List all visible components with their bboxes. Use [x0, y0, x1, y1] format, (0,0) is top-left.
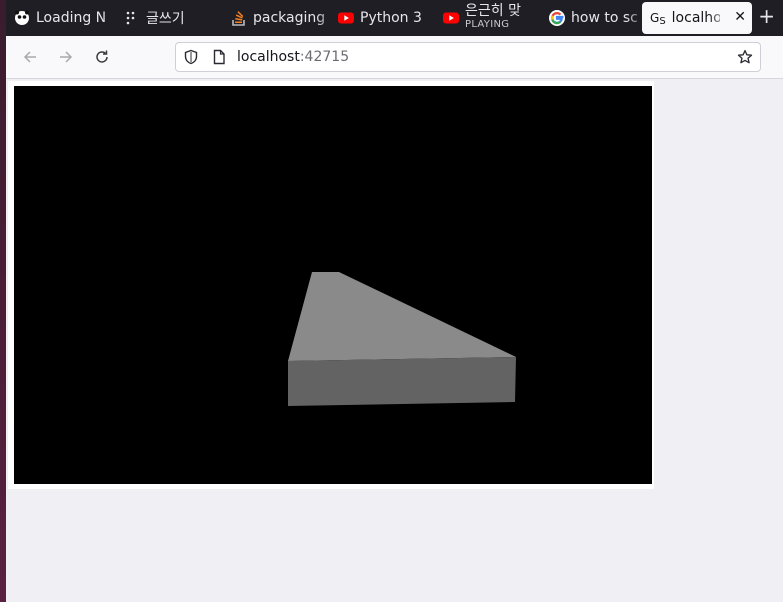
new-tab-button[interactable]: + [758, 6, 775, 26]
navigation-bar: localhost:42715 [6, 36, 783, 79]
tab-label: 글쓰기 [146, 11, 185, 27]
gs-icon: GS [650, 11, 666, 27]
forward-button[interactable] [56, 47, 76, 67]
url-bar[interactable]: localhost:42715 [175, 42, 761, 72]
page-content [6, 79, 783, 602]
google-icon [549, 10, 565, 26]
tab-python[interactable]: Python 3 [338, 2, 443, 34]
tab-localhost[interactable]: GS localhost ✕ [642, 2, 752, 34]
youtube-icon [338, 10, 354, 26]
url-text[interactable]: localhost:42715 [237, 49, 349, 65]
tab-loading[interactable]: Loading N [6, 2, 124, 34]
reload-button[interactable] [92, 47, 112, 67]
3d-wedge-shape [288, 272, 516, 406]
tab-packaging[interactable]: packaging [231, 2, 338, 34]
tab-bar: Loading N 글쓰기 packaging Python 3 은근히 맞 P… [6, 0, 783, 36]
wedge-front-face [288, 357, 516, 406]
tab-label: 은근히 맞 [465, 3, 521, 19]
webgl-canvas[interactable] [14, 86, 652, 484]
tab-write[interactable]: 글쓰기 [124, 2, 231, 34]
stackoverflow-icon [231, 10, 247, 26]
wedge-top-face [288, 272, 516, 361]
close-tab-icon[interactable]: ✕ [734, 9, 746, 25]
url-port: :42715 [299, 49, 350, 65]
url-host: localhost [237, 49, 300, 65]
back-button[interactable] [20, 47, 40, 67]
tab-label: Python 3 [360, 10, 422, 26]
shield-icon[interactable] [183, 49, 199, 69]
tab-howto[interactable]: how to sc [549, 2, 648, 34]
panda-icon [14, 10, 30, 26]
reload-icon [96, 50, 108, 63]
dots-icon [124, 10, 140, 26]
playing-badge: PLAYING [465, 19, 510, 30]
tab-label: packaging [253, 10, 326, 26]
back-arrow-icon [23, 51, 36, 63]
page-icon[interactable] [211, 49, 227, 69]
bookmark-star-icon[interactable] [737, 49, 753, 69]
forward-arrow-icon [60, 51, 73, 63]
tab-music[interactable]: 은근히 맞 PLAYING [443, 2, 549, 34]
youtube-icon [443, 10, 459, 26]
tab-label: Loading N [36, 10, 107, 26]
